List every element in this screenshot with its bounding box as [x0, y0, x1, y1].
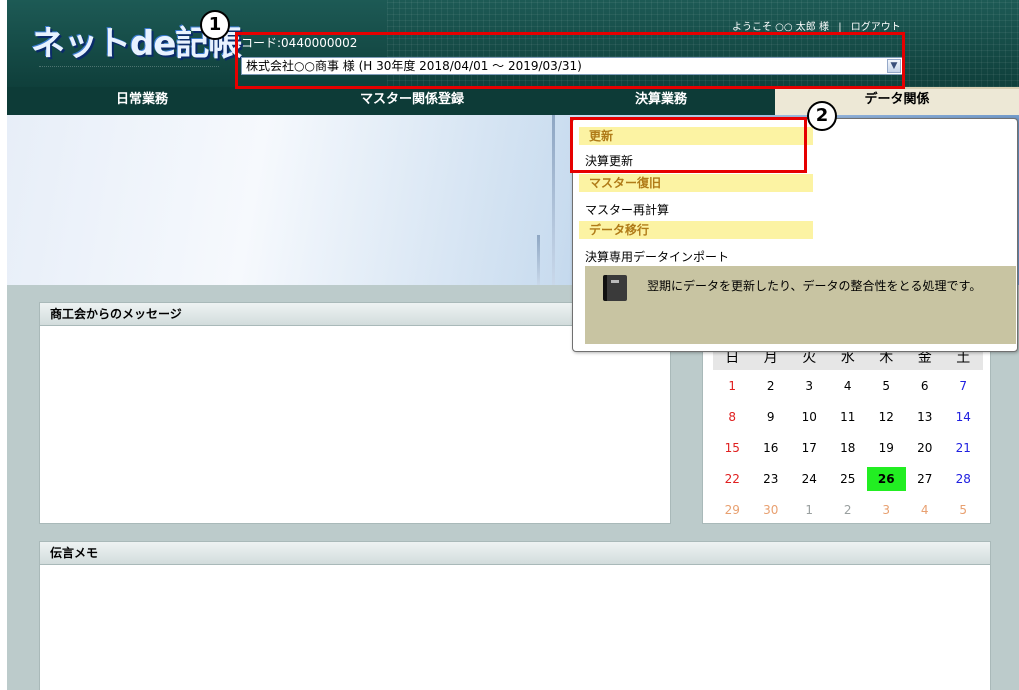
calendar-day[interactable]: 2	[752, 379, 791, 393]
calendar: 日 月 火 水 木 金 土 1 2 3 4 5 6 7 8 9 10 11 12…	[702, 330, 991, 524]
calendar-day[interactable]: 4	[829, 379, 868, 393]
banner-pole	[537, 235, 540, 285]
calendar-week: 8 9 10 11 12 13 14	[713, 401, 983, 432]
nav-master-registration[interactable]: マスター関係登録	[277, 87, 547, 115]
calendar-week: 29 30 1 2 3 4 5	[713, 494, 983, 525]
calendar-day[interactable]: 23	[752, 472, 791, 486]
calendar-day-next-month[interactable]: 1	[790, 503, 829, 517]
calendar-week: 1 2 3 4 5 6 7	[713, 370, 983, 401]
nav-closing-work[interactable]: 決算業務	[547, 87, 775, 115]
calendar-day[interactable]: 18	[829, 441, 868, 455]
menu-tooltip: 翌期にデータを更新したり、データの整合性をとる処理です。	[585, 266, 1016, 344]
calendar-day[interactable]: 27	[906, 472, 945, 486]
menu-item-master-recalc[interactable]: マスター再計算	[585, 201, 669, 218]
menu-section-data-migration: データ移行	[579, 221, 813, 239]
menu-section-master-restore: マスター復旧	[579, 174, 813, 192]
calendar-day[interactable]: 25	[829, 472, 868, 486]
calendar-week: 22 23 24 25 26 27 28	[713, 463, 983, 494]
calendar-day-next-month[interactable]: 5	[944, 503, 983, 517]
calendar-day[interactable]: 9	[752, 410, 791, 424]
calendar-day[interactable]: 24	[790, 472, 829, 486]
step-badge-1: 1	[200, 10, 230, 40]
welcome-area: ようこそ ○○ 太郎 様 | ログアウト	[732, 18, 907, 33]
calendar-day[interactable]: 28	[944, 472, 983, 486]
calendar-day[interactable]: 30	[752, 503, 791, 517]
calendar-day[interactable]: 19	[867, 441, 906, 455]
calendar-day[interactable]: 1	[713, 379, 752, 393]
calendar-day-today[interactable]: 26	[867, 466, 906, 491]
calendar-day[interactable]: 7	[944, 379, 983, 393]
calendar-day[interactable]: 6	[906, 379, 945, 393]
calendar-day[interactable]: 14	[944, 410, 983, 424]
calendar-day[interactable]: 20	[906, 441, 945, 455]
calendar-day[interactable]: 13	[906, 410, 945, 424]
app-window: ネットde記帳 ようこそ ○○ 太郎 様 | ログアウト コード:0440000…	[7, 0, 1019, 690]
calendar-day-next-month[interactable]: 3	[867, 503, 906, 517]
calendar-day[interactable]: 17	[790, 441, 829, 455]
calendar-day[interactable]: 8	[713, 410, 752, 424]
calendar-day[interactable]: 22	[713, 472, 752, 486]
calendar-day[interactable]: 15	[713, 441, 752, 455]
nav-daily-work[interactable]: 日常業務	[7, 87, 277, 115]
calendar-week: 15 16 17 18 19 20 21	[713, 432, 983, 463]
calendar-day[interactable]: 11	[829, 410, 868, 424]
calendar-day[interactable]: 10	[790, 410, 829, 424]
memo-panel-title: 伝言メモ	[40, 542, 990, 565]
memo-panel: 伝言メモ	[39, 541, 991, 690]
logo-underline	[39, 66, 219, 73]
step-badge-2: 2	[807, 101, 837, 131]
calendar-day[interactable]: 5	[867, 379, 906, 393]
highlight-box-closing-update	[570, 117, 807, 173]
menu-item-closing-data-import[interactable]: 決算専用データインポート	[585, 248, 729, 265]
main-nav: 日常業務 マスター関係登録 決算業務 データ関係	[7, 87, 1019, 115]
highlight-box-company-select	[235, 32, 905, 89]
calendar-day-next-month[interactable]: 2	[829, 503, 868, 517]
calendar-grid: 日 月 火 水 木 金 土 1 2 3 4 5 6 7 8 9 10 11 12…	[713, 343, 983, 525]
calendar-day[interactable]: 12	[867, 410, 906, 424]
tooltip-text: 翌期にデータを更新したり、データの整合性をとる処理です。	[647, 279, 982, 293]
calendar-day[interactable]: 21	[944, 441, 983, 455]
calendar-day[interactable]: 3	[790, 379, 829, 393]
calendar-day[interactable]: 29	[713, 503, 752, 517]
calendar-day[interactable]: 16	[752, 441, 791, 455]
calendar-day-next-month[interactable]: 4	[906, 503, 945, 517]
book-icon	[603, 275, 627, 301]
banner-pole	[552, 115, 555, 285]
